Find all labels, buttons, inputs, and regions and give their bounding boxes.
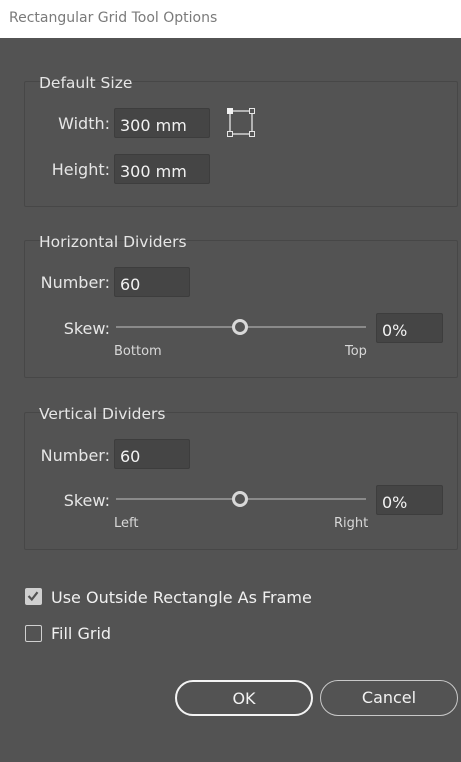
vertical-number-label: Number:	[40, 446, 110, 465]
horizontal-skew-input[interactable]	[376, 313, 443, 343]
vertical-skew-input[interactable]	[376, 485, 443, 515]
default-size-panel: Default Size	[24, 74, 458, 207]
grid-origin-icon[interactable]	[226, 106, 256, 138]
horizontal-number-input[interactable]	[114, 267, 190, 297]
height-input[interactable]	[114, 154, 210, 184]
width-label: Width:	[58, 114, 110, 133]
window-title: Rectangular Grid Tool Options	[9, 10, 218, 26]
vertical-skew-min-label: Left	[114, 516, 139, 531]
checkmark-icon	[27, 591, 39, 602]
use-outside-checkbox[interactable]	[25, 588, 42, 605]
horizontal-skew-thumb[interactable]	[232, 319, 248, 335]
vertical-dividers-title: Vertical Dividers	[39, 405, 166, 423]
height-label: Height:	[51, 160, 110, 179]
vertical-skew-thumb[interactable]	[232, 491, 248, 507]
horizontal-skew-label: Skew:	[63, 319, 110, 338]
horizontal-dividers-title: Horizontal Dividers	[39, 233, 187, 251]
default-size-title: Default Size	[39, 74, 133, 92]
horizontal-dividers-panel: Horizontal Dividers	[24, 233, 458, 378]
horizontal-skew-min-label: Bottom	[114, 344, 162, 359]
fill-grid-label[interactable]: Fill Grid	[51, 624, 111, 643]
window-title-bar: Rectangular Grid Tool Options	[0, 0, 461, 38]
fill-grid-checkbox[interactable]	[25, 625, 42, 642]
use-outside-label[interactable]: Use Outside Rectangle As Frame	[51, 588, 312, 607]
vertical-number-input[interactable]	[114, 439, 190, 469]
vertical-dividers-panel: Vertical Dividers	[24, 405, 458, 550]
vertical-skew-label: Skew:	[63, 491, 110, 510]
ok-button[interactable]: OK	[175, 680, 313, 716]
cancel-button[interactable]: Cancel	[320, 680, 458, 716]
horizontal-skew-max-label: Top	[345, 344, 367, 359]
vertical-skew-max-label: Right	[334, 516, 369, 531]
horizontal-number-label: Number:	[40, 273, 110, 292]
width-input[interactable]	[114, 108, 210, 138]
